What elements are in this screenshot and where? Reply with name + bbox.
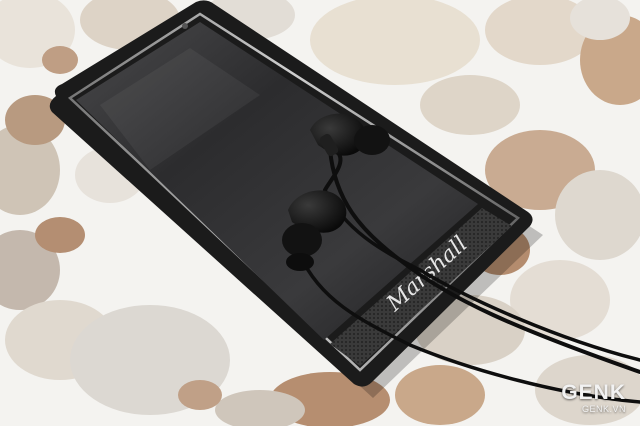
front-camera xyxy=(182,23,188,29)
photo-illustration: Marshall xyxy=(0,0,640,426)
photo-scene: Marshall GENK GENK.VN xyxy=(0,0,640,426)
watermark: GENK GENK.VN xyxy=(561,382,626,414)
watermark-url: GENK.VN xyxy=(581,404,626,414)
watermark-logo: GENK xyxy=(561,381,626,404)
